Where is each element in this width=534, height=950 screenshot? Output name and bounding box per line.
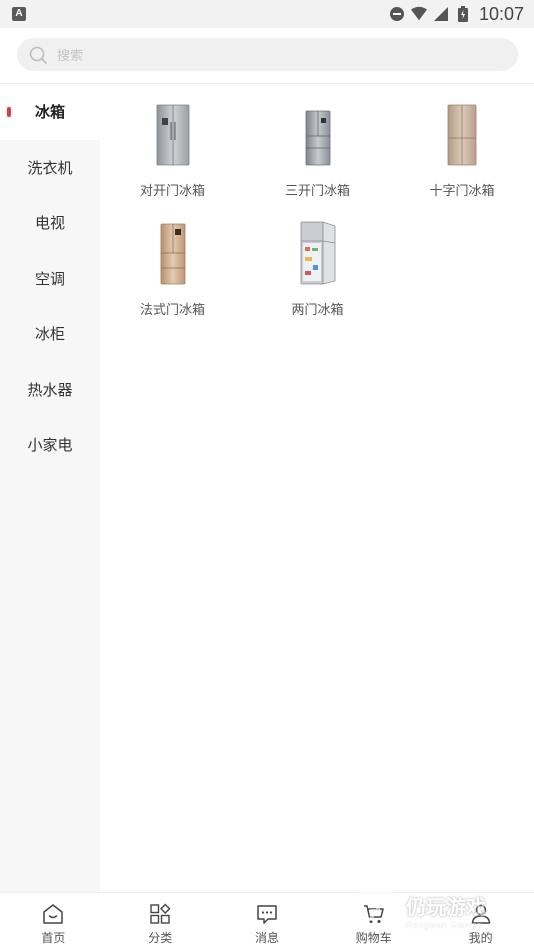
sidebar-item-label: 洗衣机 bbox=[27, 158, 73, 177]
french-door-fridge-image bbox=[143, 219, 203, 285]
search-bar-area: 搜索 bbox=[0, 28, 534, 84]
sidebar-item-tv[interactable]: 电视 bbox=[0, 195, 100, 251]
nav-item-messages[interactable]: 消息 bbox=[214, 893, 321, 950]
product-grid: 对开门冰箱 三开门冰箱 十字门冰箱 法式门冰箱 两门冰箱 bbox=[100, 100, 534, 318]
product-item[interactable]: 三开门冰箱 bbox=[245, 100, 390, 199]
sidebar-item-label: 空调 bbox=[34, 269, 65, 288]
search-placeholder: 搜索 bbox=[57, 49, 84, 64]
product-label: 法式门冰箱 bbox=[139, 303, 205, 318]
profile-icon bbox=[469, 902, 493, 926]
product-item[interactable]: 十字门冰箱 bbox=[390, 100, 534, 199]
signal-icon bbox=[433, 6, 449, 22]
bottom-nav: 首页 分类 消息 购物车 我的 bbox=[0, 892, 534, 950]
nav-label: 购物车 bbox=[355, 930, 392, 945]
nav-item-home[interactable]: 首页 bbox=[0, 893, 107, 950]
three-door-fridge-image bbox=[288, 100, 348, 166]
nav-item-category[interactable]: 分类 bbox=[107, 893, 214, 950]
sidebar-item-label: 热水器 bbox=[27, 380, 73, 399]
status-right: 10:07 bbox=[389, 4, 524, 25]
dnd-icon bbox=[389, 6, 405, 22]
sidebar-item-label: 冰箱 bbox=[34, 103, 65, 122]
sidebar-item-label: 冰柜 bbox=[34, 325, 65, 344]
sidebar-item-washer[interactable]: 洗衣机 bbox=[0, 140, 100, 196]
status-bar: A 10:07 bbox=[0, 0, 534, 28]
category-icon bbox=[148, 902, 172, 926]
product-label: 两门冰箱 bbox=[291, 303, 344, 318]
two-door-fridge-image bbox=[288, 219, 348, 285]
wifi-icon bbox=[410, 6, 427, 22]
sidebar-item-label: 小家电 bbox=[27, 436, 73, 455]
notification-badge: A bbox=[12, 7, 26, 21]
product-label: 三开门冰箱 bbox=[284, 184, 350, 199]
search-input[interactable]: 搜索 bbox=[17, 38, 518, 71]
nav-label: 消息 bbox=[254, 930, 279, 945]
product-item[interactable]: 法式门冰箱 bbox=[100, 219, 245, 318]
sidebar-item-small-appliance[interactable]: 小家电 bbox=[0, 417, 100, 473]
home-icon bbox=[41, 902, 65, 926]
product-item[interactable]: 两门冰箱 bbox=[245, 219, 390, 318]
product-item[interactable]: 对开门冰箱 bbox=[100, 100, 245, 199]
product-label: 十字门冰箱 bbox=[429, 184, 495, 199]
sidebar-item-fridge[interactable]: 冰箱 bbox=[0, 84, 100, 140]
status-left: A bbox=[12, 7, 26, 21]
nav-label: 我的 bbox=[468, 930, 493, 945]
message-icon bbox=[255, 902, 279, 926]
product-category-panel: 对开门冰箱 三开门冰箱 十字门冰箱 法式门冰箱 两门冰箱 bbox=[100, 84, 534, 892]
status-time: 10:07 bbox=[478, 3, 524, 24]
category-sidebar: 冰箱 洗衣机 电视 空调 冰柜 热水器 小家电 bbox=[0, 84, 100, 892]
cart-icon bbox=[362, 902, 386, 926]
nav-item-profile[interactable]: 我的 bbox=[427, 893, 534, 950]
cross-door-fridge-image bbox=[432, 100, 492, 166]
search-icon bbox=[29, 46, 47, 64]
nav-item-cart[interactable]: 购物车 bbox=[320, 893, 427, 950]
sidebar-item-freezer[interactable]: 冰柜 bbox=[0, 306, 100, 362]
sidebar-item-label: 电视 bbox=[34, 214, 65, 233]
nav-label: 首页 bbox=[41, 930, 66, 945]
sidebar-item-water-heater[interactable]: 热水器 bbox=[0, 362, 100, 418]
battery-icon bbox=[455, 6, 471, 22]
side-by-side-fridge-image bbox=[143, 100, 203, 166]
nav-label: 分类 bbox=[148, 930, 173, 945]
product-label: 对开门冰箱 bbox=[139, 184, 205, 199]
sidebar-item-ac[interactable]: 空调 bbox=[0, 251, 100, 307]
